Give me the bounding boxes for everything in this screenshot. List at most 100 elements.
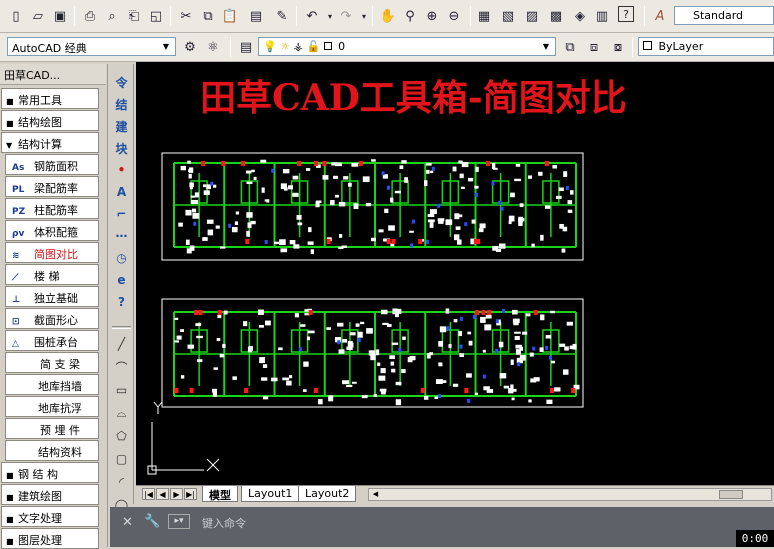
vtool-upper-button-0[interactable]: 令 — [111, 72, 132, 92]
vtool-upper-button-1[interactable]: 结 — [111, 94, 132, 114]
scroll-left-icon[interactable]: ◀ — [369, 489, 382, 500]
calculator-icon[interactable]: ▥ — [592, 6, 612, 26]
pan-icon[interactable]: ✋ — [378, 6, 398, 26]
vtool-upper-button-9[interactable]: e — [111, 270, 132, 290]
calc-item-10[interactable]: 地库挡墙 — [5, 374, 99, 395]
close-icon[interactable]: ✕ — [122, 515, 133, 530]
horizontal-scrollbar[interactable]: ◀ — [368, 488, 772, 501]
column-mark — [271, 377, 278, 382]
calc-item-6-label: 独立基础 — [34, 292, 78, 305]
tail-section-2[interactable]: ■ 文字处理 — [1, 506, 99, 527]
section-2[interactable]: ▼ 结构计算 — [1, 132, 99, 153]
calc-item-5[interactable]: ⟋ 楼 梯 — [5, 264, 99, 285]
column-mark — [368, 350, 376, 356]
tab-layout1[interactable]: Layout1 — [241, 486, 300, 502]
draw-tool-button-6[interactable]: ◜ — [111, 472, 132, 492]
layer-previous-icon[interactable]: ⧉ — [560, 37, 580, 57]
layer-state-icon[interactable]: ⧇ — [608, 37, 628, 57]
tab-layout2[interactable]: Layout2 — [298, 486, 357, 502]
save-icon[interactable]: ▣ — [50, 6, 70, 26]
blue-marker — [549, 355, 553, 360]
vtool-upper-button-10[interactable]: ? — [111, 292, 132, 312]
draw-tool-button-2[interactable]: ▭ — [111, 380, 132, 400]
open-file-icon[interactable]: ▱ — [28, 6, 48, 26]
layer-select[interactable]: 💡 ☼ ⚶ 🔓 0 ▼ — [258, 37, 556, 56]
tail-section-3[interactable]: ■ 图层处理 — [1, 528, 99, 549]
last-tab-icon[interactable]: ▶| — [184, 488, 197, 500]
vtool-upper-button-6[interactable]: ⌐ — [111, 204, 132, 224]
vtool-upper-button-2[interactable]: 建 — [111, 116, 132, 136]
sheet-set-icon[interactable]: ▩ — [546, 6, 566, 26]
cut-icon[interactable]: ✂ — [176, 6, 196, 26]
draw-tool-button-3[interactable]: ⌓ — [111, 403, 132, 423]
section-1[interactable]: ■ 结构绘图 — [1, 110, 99, 131]
dwf-icon[interactable]: ◱ — [146, 6, 166, 26]
command-prompt-icon[interactable]: ▸▾ — [168, 514, 190, 529]
vtool-upper-button-5[interactable]: A — [111, 182, 132, 202]
column-mark — [361, 395, 368, 399]
match-properties-icon[interactable]: ▤ — [246, 6, 266, 26]
paste-icon[interactable]: 📋 — [220, 6, 240, 26]
draw-tool-button-5[interactable]: ▢ — [111, 449, 132, 469]
command-input[interactable]: 键入命令 — [202, 515, 246, 531]
calc-item-0[interactable]: As 钢筋面积 — [5, 154, 99, 175]
zoom-realtime-icon[interactable]: ⚲ — [400, 6, 420, 26]
vtool-upper-button-8[interactable]: ◷ — [111, 248, 132, 268]
calc-item-1[interactable]: PL 梁配筋率 — [5, 176, 99, 197]
calc-item-2[interactable]: PZ 柱配筋率 — [5, 198, 99, 219]
wrench-icon[interactable]: 🔧 — [144, 514, 160, 529]
calc-item-9[interactable]: 简 支 梁 — [5, 352, 99, 373]
draw-tool-button-4[interactable]: ⬠ — [111, 426, 132, 446]
calc-item-13[interactable]: 结构资料 — [5, 440, 99, 461]
calc-item-11[interactable]: 地库抗浮 — [5, 396, 99, 417]
draw-tool-button-1[interactable]: ⌒ — [111, 357, 132, 377]
layer-manager-icon[interactable]: ▤ — [236, 37, 256, 57]
layer-make-current-icon[interactable]: ⧈ — [584, 37, 604, 57]
print-icon[interactable]: ⎙ — [80, 6, 100, 26]
design-center-icon[interactable]: ▧ — [498, 6, 518, 26]
calc-item-7[interactable]: ⊡ 截面形心 — [5, 308, 99, 329]
new-file-icon[interactable]: ▯ — [6, 6, 26, 26]
copy-icon[interactable]: ⧉ — [198, 6, 218, 26]
zoom-window-icon[interactable]: ⊕ — [422, 6, 442, 26]
drawing-canvas[interactable]: 田草CAD工具箱-简图对比 — [136, 62, 774, 485]
column-mark — [559, 343, 566, 347]
next-tab-icon[interactable]: ▶ — [170, 488, 183, 500]
workspace-settings-icon[interactable]: ⚙ — [180, 37, 200, 57]
workspace-select[interactable]: AutoCAD 经典 ▼ — [7, 37, 176, 56]
first-tab-icon[interactable]: |◀ — [142, 488, 155, 500]
canvas-heading: 田草CAD工具箱-简图对比 — [200, 77, 627, 119]
blue-marker — [410, 243, 414, 248]
undo-icon[interactable]: ↶ — [302, 6, 322, 26]
block-editor-icon[interactable]: ✎ — [272, 6, 292, 26]
calc-item-8[interactable]: △ 围桩承台 — [5, 330, 99, 351]
calc-item-3[interactable]: ρv 体积配箍 — [5, 220, 99, 241]
text-style-icon[interactable]: A — [650, 6, 670, 26]
section-0[interactable]: ■ 常用工具 — [1, 88, 99, 109]
vtool-upper-button-7[interactable]: ⋯ — [111, 226, 132, 246]
calc-item-4[interactable]: ≋ 简图对比 — [5, 242, 99, 263]
draw-tool-button-0[interactable]: ╱ — [111, 334, 132, 354]
tool-palettes-icon[interactable]: ▨ — [522, 6, 542, 26]
vtool-upper-button-3[interactable]: 块 — [111, 138, 132, 158]
workspace-save-icon[interactable]: ⚛ — [203, 37, 223, 57]
tail-section-0[interactable]: ■ 钢 结 构 — [1, 462, 99, 483]
scroll-thumb[interactable] — [719, 490, 743, 499]
vtool-upper-button-4[interactable]: • — [111, 160, 132, 180]
calc-item-12[interactable]: 预 埋 件 — [5, 418, 99, 439]
publish-icon[interactable]: ⎗ — [124, 6, 144, 26]
redo-dropdown-icon[interactable]: ▾ — [354, 6, 374, 26]
properties-icon[interactable]: ▦ — [474, 6, 494, 26]
text-style-select[interactable]: Standard — [674, 6, 774, 25]
color-select[interactable]: ByLayer — [638, 37, 774, 56]
zoom-previous-icon[interactable]: ⊖ — [444, 6, 464, 26]
help-icon[interactable]: ? — [618, 6, 634, 22]
prev-tab-icon[interactable]: ◀ — [156, 488, 169, 500]
calc-item-6[interactable]: ⊥ 独立基础 — [5, 286, 99, 307]
tail-section-1[interactable]: ■ 建筑绘图 — [1, 484, 99, 505]
tab-model[interactable]: 模型 — [202, 486, 238, 502]
markup-icon[interactable]: ◈ — [570, 6, 590, 26]
lock-open-icon: 🔓 — [306, 40, 321, 53]
print-preview-icon[interactable]: ⌕ — [102, 6, 122, 26]
redo-icon[interactable]: ↷ — [336, 6, 356, 26]
